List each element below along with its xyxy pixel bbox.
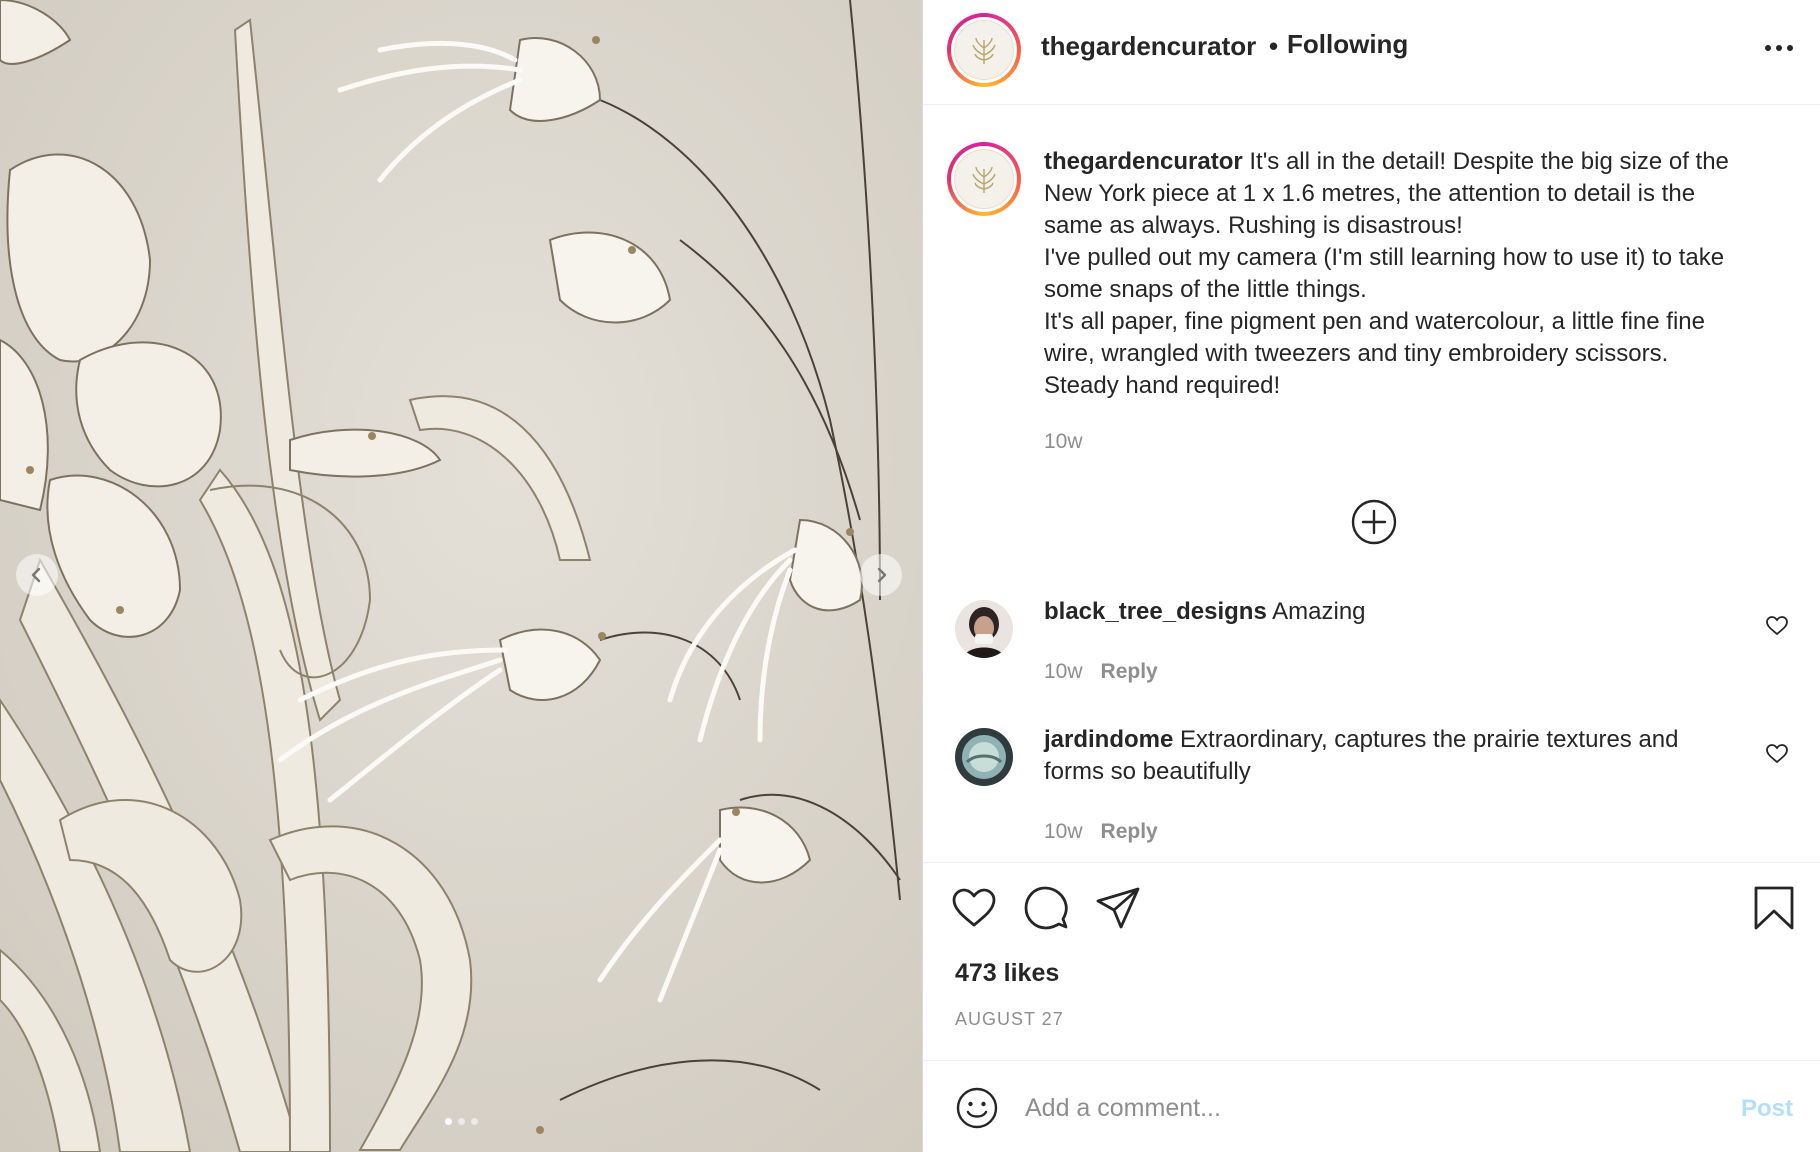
commenter-username[interactable]: black_tree_designs [1044,598,1267,625]
load-more-comments-button[interactable] [1351,499,1397,545]
paper-flower-artwork-image [0,0,922,1152]
comment-text: black_tree_designs Amazing [1044,596,1744,628]
garden-logo-icon [972,166,996,193]
smiley-icon [956,1087,998,1129]
caption-line: New York piece at 1 x 1.6 metres, the at… [1044,180,1696,207]
more-options-button[interactable] [1759,36,1799,60]
paper-plane-icon [1096,887,1140,929]
author-avatar[interactable] [947,13,1021,87]
commenter-username[interactable]: jardindome [1044,726,1173,753]
carousel-next-button[interactable] [860,554,902,596]
comment-timestamp[interactable]: 10w [1044,660,1083,683]
commenter-avatar[interactable] [955,728,1013,786]
plus-circle-icon [1351,499,1397,545]
heart-icon [952,888,996,927]
save-button[interactable] [1751,885,1797,931]
following-button[interactable]: Following [1287,29,1408,60]
post-header: thegardencurator • Following [923,0,1820,105]
caption-line: same as always. Rushing is disastrous! [1044,212,1463,239]
comment-icon [1024,886,1068,930]
caption-line: It's all paper, fine pigment pen and wat… [1044,308,1705,335]
comment-meta: 10w Reply [1044,660,1158,684]
bookmark-icon [1754,886,1794,930]
carousel-dot [457,1118,465,1125]
caption-line: It's all in the detail! Despite the big … [1249,148,1729,175]
caption-line: Steady hand required! [1044,372,1281,399]
caption-text: thegardencurator It's all in the detail!… [1044,146,1794,402]
caption-line: I've pulled out my camera (I'm still lea… [1044,244,1725,271]
caption-line: some snaps of the little things. [1044,276,1367,303]
comment-content: Amazing [1272,598,1366,625]
post-comment-button[interactable]: Post [1741,1095,1793,1123]
post-date[interactable]: AUGUST 27 [955,1009,1064,1030]
carousel-prev-button[interactable] [16,554,58,596]
heart-icon [1766,744,1788,764]
more-horizontal-icon [1765,45,1771,51]
post-photo[interactable] [0,0,922,1152]
chevron-right-icon [877,567,887,583]
garden-logo-icon [972,37,996,64]
comment-input[interactable] [1025,1085,1685,1131]
reply-button[interactable]: Reply [1101,820,1158,843]
chevron-left-icon [31,567,41,583]
comment-meta: 10w Reply [1044,820,1158,844]
add-comment-bar: Post [923,1060,1820,1152]
caption-username[interactable]: thegardencurator [1044,148,1243,175]
emoji-button[interactable] [955,1086,999,1130]
comment-content: Extraordinary, captures the prairie text… [1180,726,1679,753]
share-button[interactable] [1095,885,1141,931]
comment-like-button[interactable] [1765,742,1789,766]
avatar-photo [955,728,1013,786]
comment-text: jardindome Extraordinary, captures the p… [1044,724,1744,788]
avatar-photo [955,600,1013,658]
header-separator: • [1269,31,1279,61]
comment-like-button[interactable] [1765,614,1789,638]
caption-line: wire, wrangled with tweezers and tiny em… [1044,340,1669,367]
heart-icon [1766,616,1788,636]
caption-avatar[interactable] [947,142,1021,216]
commenter-avatar[interactable] [955,600,1013,658]
caption-timestamp[interactable]: 10w [1044,430,1083,454]
comment-button[interactable] [1023,885,1069,931]
carousel-dots [0,1118,922,1125]
post-actions: 473 likes AUGUST 27 [923,862,1820,1062]
comment-timestamp[interactable]: 10w [1044,820,1083,843]
author-username[interactable]: thegardencurator [1041,31,1256,62]
reply-button[interactable]: Reply [1101,660,1158,683]
post-side-panel: thegardencurator • Following thegardencu… [922,0,1820,1152]
comment-content: forms so beautifully [1044,758,1251,785]
carousel-dot [444,1118,452,1125]
carousel-dot [470,1118,478,1125]
like-button[interactable] [951,885,997,931]
likes-count[interactable]: 473 likes [955,959,1059,988]
